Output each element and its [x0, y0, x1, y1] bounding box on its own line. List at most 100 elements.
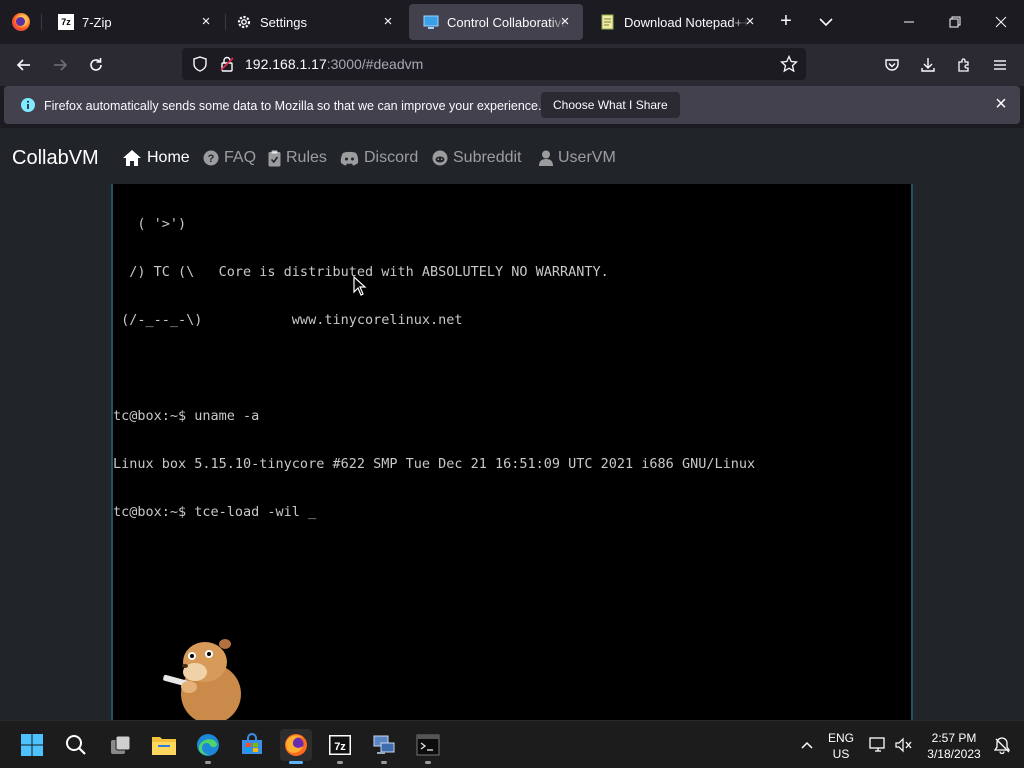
- running-indicator: [205, 761, 211, 764]
- nav-label: Rules: [286, 149, 327, 166]
- mouse-cursor-icon: [353, 276, 367, 296]
- edge-icon[interactable]: [192, 729, 224, 764]
- url-bar[interactable]: 192.168.1.17:3000/#deadvm: [182, 48, 806, 80]
- terminal-output: ( '>') /) TC (\ Core is distributed with…: [113, 184, 755, 552]
- terminal-line: tc@box:~$ uname -a: [113, 408, 260, 424]
- tab-collabvm[interactable]: Control Collaborative V ×: [409, 4, 583, 40]
- nav-home[interactable]: Home: [122, 148, 190, 168]
- 7zip-icon: 7z: [58, 14, 74, 30]
- clock[interactable]: 2:57 PM 3/18/2023: [920, 730, 988, 762]
- minimize-button[interactable]: [886, 0, 932, 44]
- url-path: :3000/#deadvm: [326, 56, 424, 72]
- nav-uservm[interactable]: UserVM: [539, 148, 616, 168]
- nav-label: Discord: [364, 149, 419, 166]
- tab-settings[interactable]: Settings ×: [222, 4, 406, 40]
- tab-7zip[interactable]: 7z 7-Zip ×: [44, 4, 224, 40]
- running-indicator: [381, 761, 387, 764]
- extensions-icon[interactable]: [949, 50, 979, 80]
- tab-notepad[interactable]: Download Notepad++ ×: [586, 4, 768, 40]
- pocket-icon[interactable]: [877, 50, 907, 80]
- close-window-button[interactable]: [978, 0, 1024, 44]
- clock-time: 2:57 PM: [931, 731, 977, 745]
- task-view-icon[interactable]: [104, 729, 136, 761]
- app-menu-icon[interactable]: [985, 50, 1015, 80]
- nav-discord[interactable]: Discord: [340, 148, 418, 168]
- region-code: US: [832, 747, 850, 761]
- list-all-tabs-button[interactable]: [814, 10, 838, 34]
- new-tab-button[interactable]: +: [774, 10, 798, 34]
- forward-button[interactable]: [45, 50, 75, 80]
- nav-rules[interactable]: Rules: [268, 148, 327, 168]
- reddit-icon: [432, 150, 448, 166]
- discord-icon: [340, 151, 359, 165]
- running-indicator: [425, 761, 431, 764]
- file-explorer-icon[interactable]: [148, 729, 180, 761]
- vm-display[interactable]: ( '>') /) TC (\ Core is distributed with…: [111, 184, 913, 720]
- nav-label: UserVM: [558, 149, 616, 166]
- nav-label: FAQ: [224, 149, 257, 166]
- gear-icon: [236, 14, 252, 30]
- close-icon[interactable]: ×: [198, 14, 214, 30]
- downloads-icon[interactable]: [913, 50, 943, 80]
- monitor-icon: [423, 14, 439, 30]
- 7zip-icon[interactable]: 7z: [324, 729, 356, 764]
- clipboard-check-icon: [268, 150, 281, 166]
- tab-title: 7-Zip: [82, 14, 112, 30]
- terminal-line: /) TC (\ Core is distributed with ABSOLU…: [113, 264, 609, 280]
- notification-text: Firefox automatically sends some data to…: [44, 99, 542, 113]
- data-collection-notification: Firefox automatically sends some data to…: [4, 86, 1020, 124]
- windows-start-icon[interactable]: [16, 729, 48, 761]
- insecure-lock-icon[interactable]: [219, 56, 235, 77]
- tracking-protection-shield-icon[interactable]: [192, 56, 208, 77]
- terminal-icon[interactable]: [412, 729, 444, 764]
- nav-label: Home: [147, 149, 190, 166]
- nav-subreddit[interactable]: Subreddit: [432, 148, 522, 168]
- tab-title: Settings: [260, 14, 307, 30]
- volume-muted-icon[interactable]: [888, 729, 920, 761]
- windows-taskbar: 7z ENG US 2:57 PM 3/18/2023: [0, 720, 1024, 768]
- notification-center-icon[interactable]: [986, 729, 1018, 761]
- back-button[interactable]: [9, 50, 39, 80]
- site-brand[interactable]: CollabVM: [12, 147, 99, 170]
- navigation-toolbar: 192.168.1.17:3000/#deadvm: [0, 44, 1024, 86]
- language-code: ENG: [827, 731, 854, 745]
- hamster-mascot-icon: [163, 639, 241, 720]
- choose-what-i-share-button[interactable]: Choose What I Share: [541, 92, 680, 118]
- running-indicator: [337, 761, 343, 764]
- collabvm-page: CollabVM Home ? FAQ Rules Discord Subred…: [0, 128, 1024, 720]
- terminal-line: (/-_--_-\) www.tinycorelinux.net: [113, 312, 463, 328]
- firefox-menu-icon[interactable]: [0, 0, 42, 44]
- clock-date: 3/18/2023: [927, 747, 981, 761]
- info-icon: [20, 97, 36, 118]
- close-icon[interactable]: ×: [557, 14, 573, 30]
- input-language[interactable]: ENG US: [824, 730, 858, 762]
- store-icon[interactable]: [236, 729, 268, 761]
- active-indicator: [289, 761, 303, 764]
- bookmark-star-icon[interactable]: [779, 54, 799, 78]
- tab-title: Control Collaborative V: [447, 14, 567, 30]
- restore-button[interactable]: [932, 0, 978, 44]
- network-app-icon[interactable]: [368, 729, 400, 764]
- url-text[interactable]: 192.168.1.17:3000/#deadvm: [245, 56, 423, 72]
- search-icon[interactable]: [60, 729, 92, 761]
- firefox-icon[interactable]: [280, 729, 312, 764]
- reload-button[interactable]: [81, 50, 111, 80]
- close-icon[interactable]: ×: [992, 94, 1010, 114]
- close-icon[interactable]: ×: [742, 14, 758, 30]
- chevron-up-icon[interactable]: [791, 729, 823, 761]
- site-navbar: CollabVM Home ? FAQ Rules Discord Subred…: [0, 128, 1024, 184]
- svg-text:7z: 7z: [334, 741, 346, 753]
- terminal-line: tc@box:~$ tce-load -wil _: [113, 504, 317, 520]
- home-icon: [123, 150, 141, 166]
- question-icon: ?: [203, 150, 219, 166]
- url-host: 192.168.1.17: [245, 56, 327, 72]
- terminal-line: ( '>'): [113, 216, 187, 232]
- svg-text:?: ?: [208, 153, 215, 165]
- tab-strip: 7z 7-Zip × Settings × Control Collaborat…: [0, 0, 1024, 44]
- close-icon[interactable]: ×: [380, 14, 396, 30]
- notepad-icon: [600, 14, 616, 30]
- terminal-line: Linux box 5.15.10-tinycore #622 SMP Tue …: [113, 456, 756, 472]
- nav-faq[interactable]: ? FAQ: [203, 148, 256, 168]
- user-icon: [539, 150, 553, 166]
